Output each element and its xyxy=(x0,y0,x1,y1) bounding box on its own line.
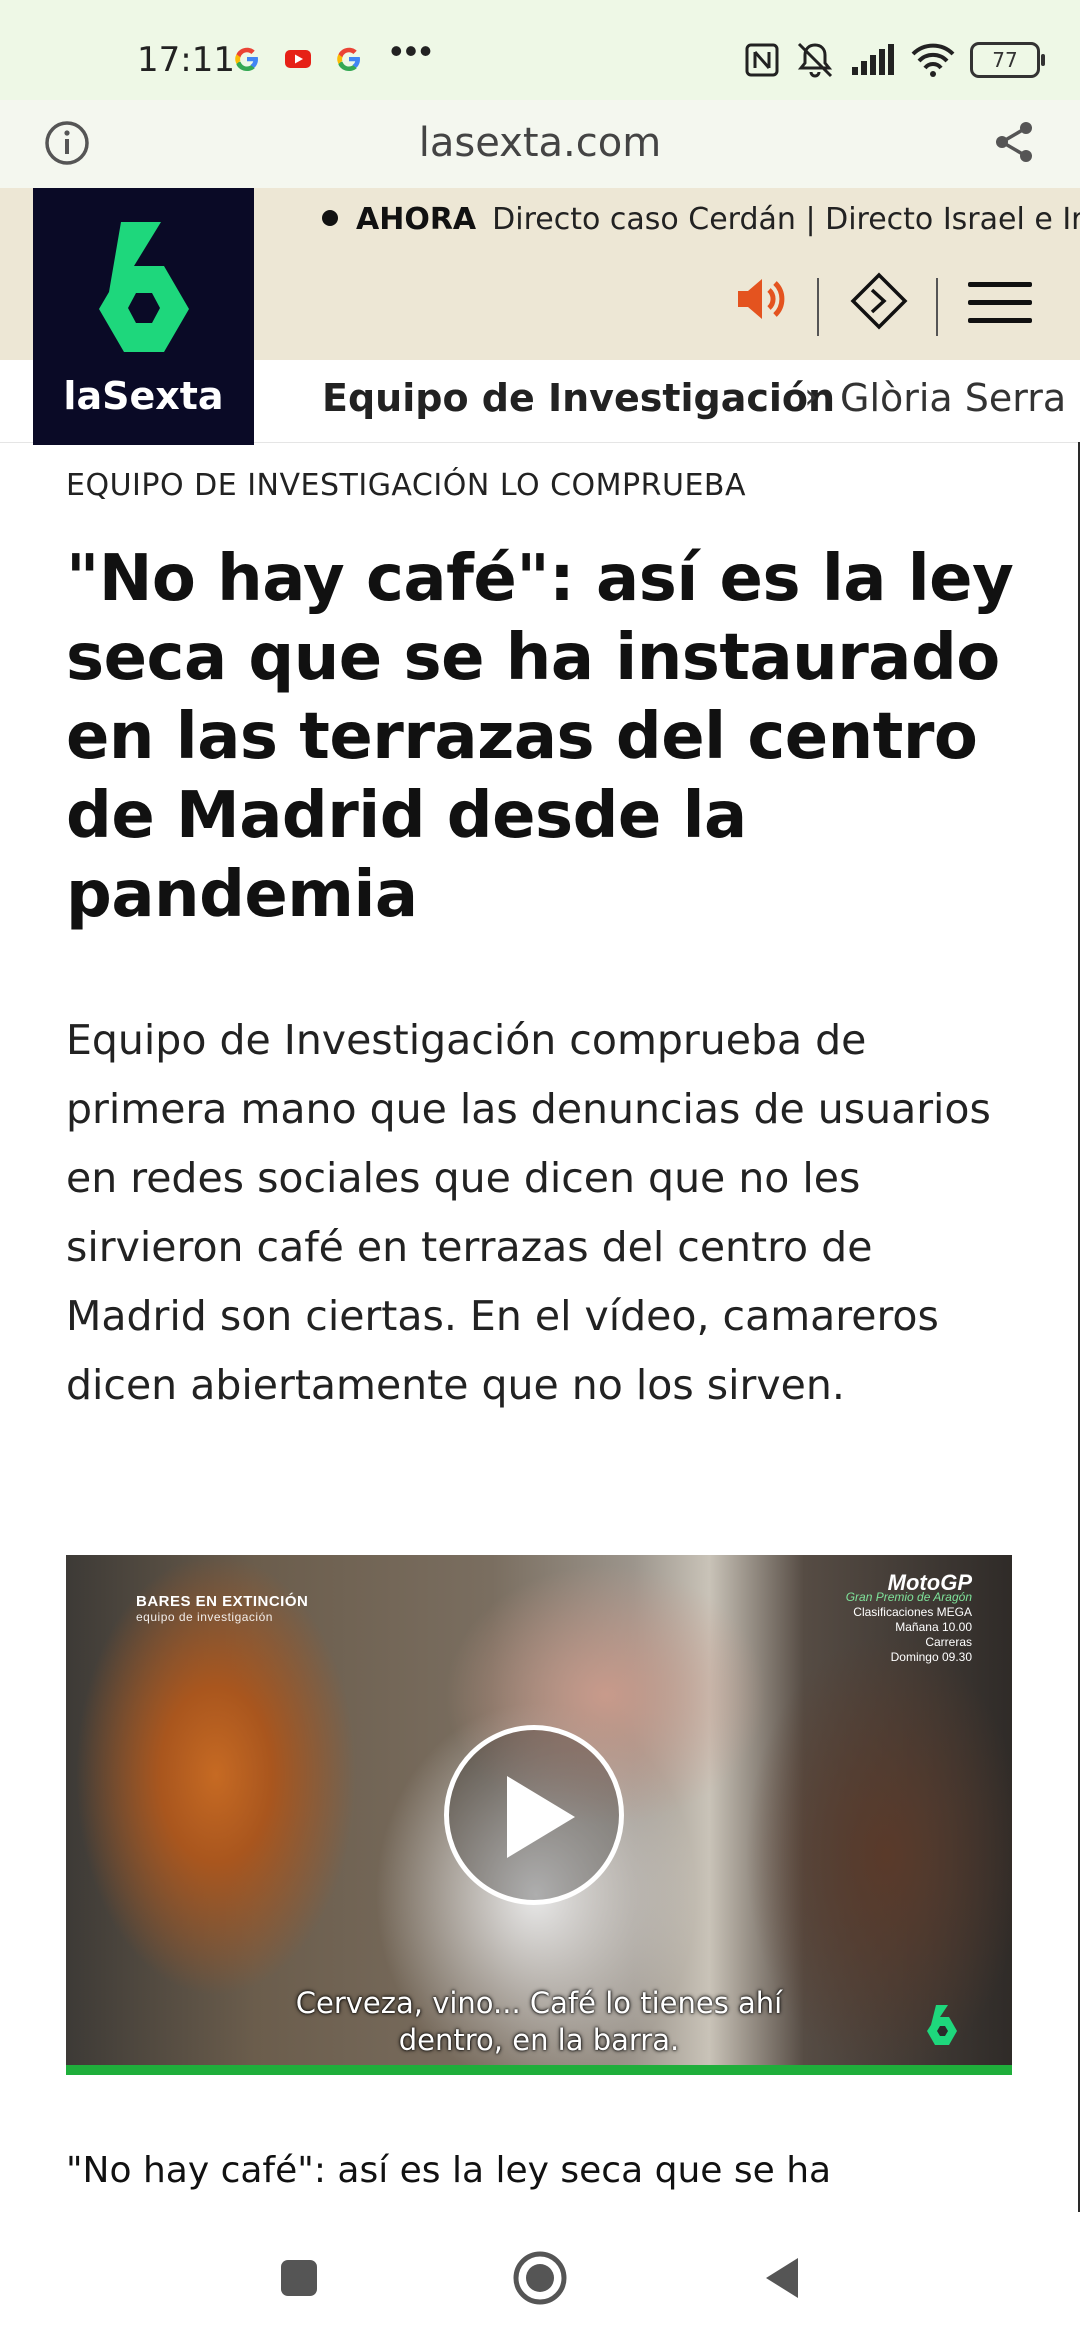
promo-event: Gran Premio de Aragón xyxy=(845,1590,972,1604)
promo-line: Domingo 09.30 xyxy=(890,1650,972,1664)
youtube-icon xyxy=(285,50,311,68)
chevron-right-icon: › xyxy=(804,376,819,417)
wifi-icon xyxy=(911,43,955,77)
video-player[interactable]: BARES EN EXTINCIÓN equipo de investigaci… xyxy=(66,1555,1012,2075)
logo-text: laSexta xyxy=(63,374,224,418)
ticker-label: AHORA xyxy=(356,202,477,237)
lasexta-logo[interactable]: laSexta xyxy=(33,188,254,445)
hamburger-menu-icon[interactable] xyxy=(968,282,1032,326)
video-caption: "No hay café": así es la ley seca que se… xyxy=(66,2150,832,2191)
article-kicker: EQUIPO DE INVESTIGACIÓN LO COMPRUEBA xyxy=(66,468,747,503)
share-icon[interactable] xyxy=(988,116,1040,168)
promo-line: Clasificaciones MEGA xyxy=(853,1605,972,1619)
back-button[interactable] xyxy=(762,2254,802,2302)
more-notifications-icon: ••• xyxy=(390,30,434,71)
video-promo-overlay: MotoGP Gran Premio de Aragón Clasificaci… xyxy=(845,1570,972,1665)
header-divider xyxy=(936,278,938,336)
nfc-icon xyxy=(745,43,779,77)
article-lead: Equipo de Investigación comprueba de pri… xyxy=(66,1016,991,1409)
status-time: 17:11 xyxy=(137,40,235,80)
play-icon xyxy=(507,1776,575,1858)
lasexta-six-icon xyxy=(99,222,189,352)
ticker-text[interactable]: Directo caso Cerdán | Directo Israel e I… xyxy=(492,202,1080,237)
nav-section-equipo-investigacion[interactable]: Equipo de Investigación xyxy=(322,376,835,420)
url-text[interactable]: lasexta.com xyxy=(0,120,1080,166)
recent-apps-button[interactable] xyxy=(281,2260,317,2296)
play-button[interactable] xyxy=(444,1725,624,1905)
google-icon xyxy=(235,47,258,71)
signal-icon xyxy=(852,44,894,75)
nav-subsection-gloria-serra[interactable]: Glòria Serra xyxy=(840,376,1066,420)
lasexta-watermark-icon xyxy=(927,2005,957,2045)
video-overlay-subtitle: equipo de investigación xyxy=(136,1610,273,1624)
video-subtitle-line: Cerveza, vino... Café lo tienes ahí xyxy=(295,1986,783,2020)
home-button[interactable] xyxy=(512,2250,568,2306)
system-navigation-bar xyxy=(0,2212,1080,2340)
video-program-label: BARES EN EXTINCIÓN equipo de investigaci… xyxy=(136,1593,308,1624)
video-subtitle-line: dentro, en la barra. xyxy=(398,2023,680,2057)
motogp-logo: MotoGP xyxy=(887,1570,972,1595)
promo-line: Carreras xyxy=(925,1635,972,1649)
article-headline: "No hay café": así es la ley seca que se… xyxy=(66,542,1014,932)
video-overlay-title: BARES EN EXTINCIÓN xyxy=(136,1593,309,1610)
battery-icon: 77 xyxy=(970,42,1045,78)
sound-icon[interactable] xyxy=(732,270,790,328)
status-bar: 17:11 ••• 77 xyxy=(0,0,1080,100)
header-divider xyxy=(817,278,819,336)
directo-diamond-icon[interactable] xyxy=(848,270,910,332)
google-icon xyxy=(337,47,360,71)
browser-url-bar[interactable]: lasexta.com xyxy=(0,100,1080,189)
live-dot-icon xyxy=(322,210,338,226)
promo-line: Mañana 10.00 xyxy=(895,1620,972,1634)
video-subtitle: Cerveza, vino... Café lo tienes ahí dent… xyxy=(66,1985,1012,2059)
mute-icon xyxy=(797,42,833,78)
